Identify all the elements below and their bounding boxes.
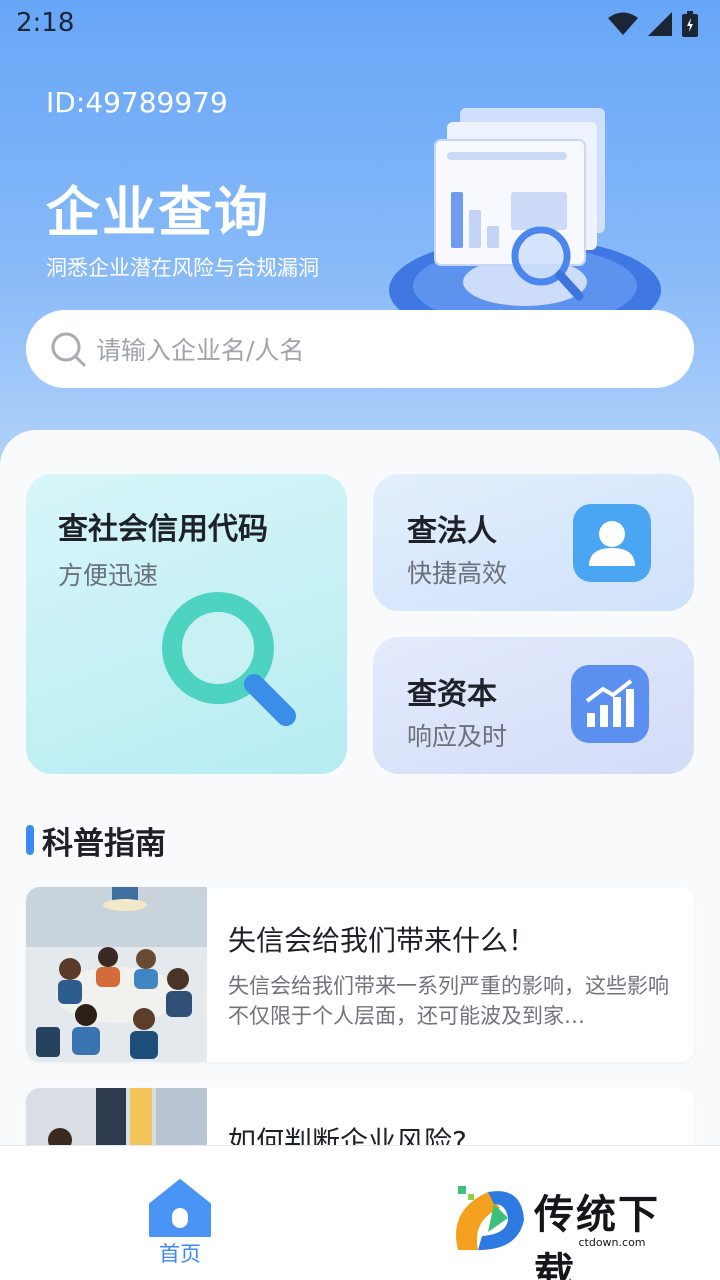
status-time: 2:18 xyxy=(16,8,75,38)
credit-code-card[interactable]: 查社会信用代码 方便迅速 xyxy=(26,474,347,774)
legal-person-card[interactable]: 查法人 快捷高效 xyxy=(373,474,694,611)
watermark-url: ctdown.com xyxy=(578,1236,646,1249)
article-title: 失信会给我们带来什么！ xyxy=(228,924,537,957)
signal-icon xyxy=(648,12,672,36)
battery-icon xyxy=(682,11,698,37)
card-subtitle: 方便迅速 xyxy=(58,561,159,590)
card-title: 查社会信用代码 xyxy=(58,512,268,547)
watermark: 传统下载 ctdown.com xyxy=(448,1178,698,1280)
meeting-thumbnail xyxy=(26,887,207,1062)
report-magnifier-illustration xyxy=(389,108,661,315)
status-bar: 2:18 xyxy=(0,0,720,48)
bar-chart-icon xyxy=(571,665,649,743)
watermark-logo-icon xyxy=(456,1186,524,1250)
page-title: 企业查询 xyxy=(46,181,270,244)
capital-card[interactable]: 查资本 响应及时 xyxy=(373,637,694,774)
nav-home-label: 首页 xyxy=(159,1242,201,1266)
page-subtitle: 洞悉企业潜在风险与合规漏洞 xyxy=(46,256,319,280)
user-id-label: ID:49789979 xyxy=(46,86,228,119)
card-subtitle: 响应及时 xyxy=(407,722,508,751)
home-icon xyxy=(149,1179,211,1237)
search-icon xyxy=(51,332,86,367)
article-description: 失信会给我们带来一系列严重的影响，这些影响不仅限于个人层面，还可能波及到家… xyxy=(228,974,669,1028)
person-icon xyxy=(573,504,651,582)
card-title: 查资本 xyxy=(407,677,497,712)
article-card[interactable]: 失信会给我们带来什么！ 失信会给我们带来一系列严重的影响，这些影响不仅限于个人层… xyxy=(26,887,694,1062)
section-title: 科普指南 xyxy=(42,825,166,862)
section-accent-bar xyxy=(26,825,34,855)
guide-section-header: 科普指南 xyxy=(26,820,166,862)
nav-home-tab[interactable]: 首页 xyxy=(140,1162,220,1272)
card-title: 查法人 xyxy=(407,514,497,549)
search-input[interactable]: 请输入企业名/人名 xyxy=(96,331,304,367)
card-subtitle: 快捷高效 xyxy=(407,559,508,588)
magnifier-icon xyxy=(162,592,296,726)
search-bar[interactable]: 请输入企业名/人名 xyxy=(26,310,694,388)
watermark-text: 传统下载 xyxy=(534,1192,660,1280)
wifi-icon xyxy=(608,12,638,35)
